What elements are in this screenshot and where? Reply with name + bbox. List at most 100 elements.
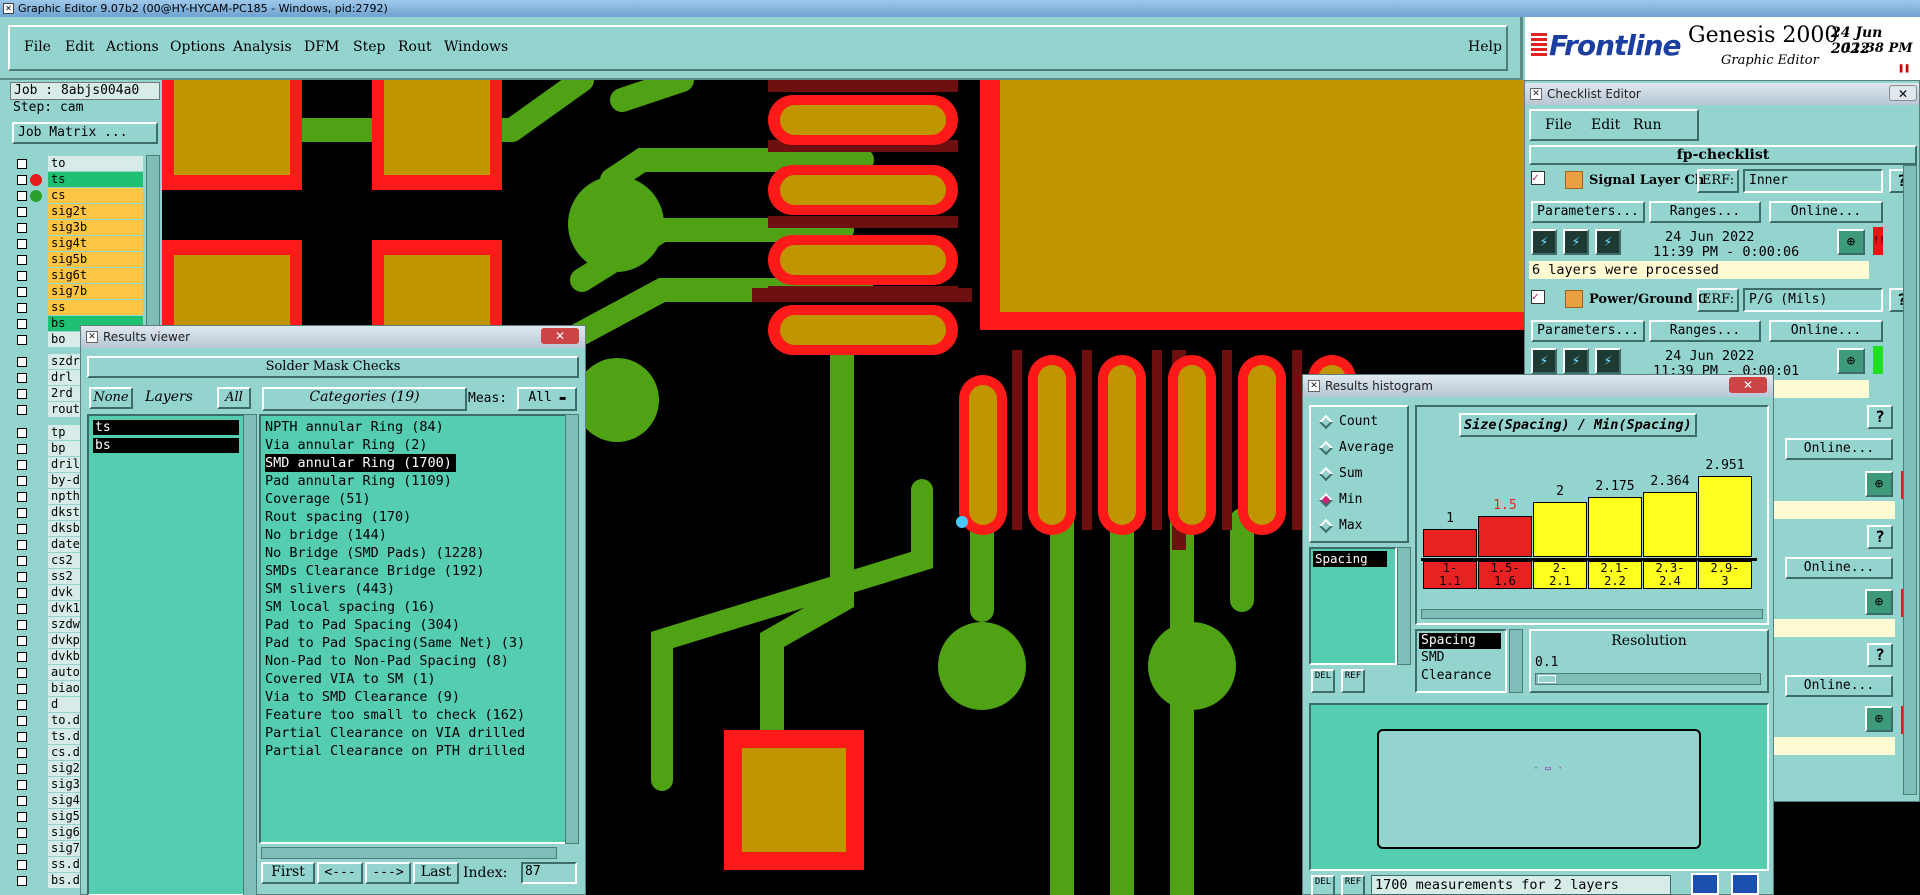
resolution-slider-thumb[interactable] [1538,675,1556,683]
layer-checkbox[interactable] [17,540,27,550]
erf-button[interactable]: ERF: [1697,169,1739,193]
online-button-5[interactable]: Online... [1785,675,1893,697]
bin-label[interactable]: 1.5- 1.6 [1478,561,1532,589]
layer-checkbox[interactable] [17,405,27,415]
del-button[interactable]: DEL [1311,669,1335,693]
layer-checkbox[interactable] [17,620,27,630]
menu-options[interactable]: Options [170,39,225,55]
category-item[interactable]: Pad to Pad Spacing (304) [265,616,460,634]
filter-clearance[interactable]: Clearance [1421,668,1491,686]
category-item[interactable]: NPTH annular Ring (84) [265,418,444,436]
layer-checkbox[interactable] [17,175,27,185]
run-stop-icon[interactable]: ⚡ [1595,348,1621,374]
zoom-icon[interactable]: ⊕ [1837,348,1865,374]
menu-windows[interactable]: Windows [444,39,508,55]
layer-checkbox[interactable] [17,444,27,454]
measure-item-spacing[interactable]: Spacing [1313,551,1387,567]
categories-hscrollbar[interactable] [261,847,557,859]
category-item[interactable]: Coverage (51) [265,490,371,508]
zoom-icon[interactable]: ⊕ [1865,706,1893,732]
table-view-icon[interactable] [1731,873,1759,895]
run-fast-icon[interactable]: ⚡ [1563,348,1589,374]
erf-button[interactable]: ERF: [1697,288,1739,312]
filter-smd[interactable]: SMD [1421,650,1444,668]
filter-list[interactable]: Spacing SMD Clearance [1415,629,1507,693]
layer-checkbox[interactable] [17,764,27,774]
layer-checkbox[interactable] [17,732,27,742]
last-button[interactable]: Last [413,862,459,884]
layer-checkbox[interactable] [17,796,27,806]
histogram-bar[interactable] [1478,516,1532,557]
layer-checkbox[interactable] [17,716,27,726]
layer-checkbox[interactable] [17,428,27,438]
zoom-icon[interactable]: ⊕ [1865,589,1893,615]
first-button[interactable]: First [261,862,315,884]
bin-label[interactable]: 2- 2.1 [1533,561,1587,589]
layer-checkbox[interactable] [17,700,27,710]
run-stop-icon[interactable]: ⚡ [1595,229,1621,255]
menu-file[interactable]: File [24,39,51,55]
close-icon[interactable]: ✕ [541,328,579,344]
layer-checkbox[interactable] [17,780,27,790]
category-item[interactable]: SMD annular Ring (1700) [265,454,456,472]
layer-checkbox[interactable] [17,684,27,694]
layer-checkbox[interactable] [17,524,27,534]
measure-list[interactable]: Spacing [1309,547,1397,665]
category-item[interactable]: Pad to Pad Spacing(Same Net) (3) [265,634,525,652]
run-icon[interactable]: ⚡ [1531,229,1557,255]
bin-label[interactable]: 2.1- 2.2 [1588,561,1642,589]
category-item[interactable]: SM local spacing (16) [265,598,436,616]
next-button[interactable]: ---> [365,862,411,884]
chart-view-icon[interactable] [1691,873,1719,895]
layer-checkbox[interactable] [17,812,27,822]
category-item[interactable]: SMDs Clearance Bridge (192) [265,562,484,580]
parameters-button[interactable]: Parameters... [1531,201,1645,223]
ref-button-2[interactable]: REF [1341,875,1365,895]
layer-checkbox[interactable] [17,860,27,870]
category-item[interactable]: Partial Clearance on PTH drilled [265,742,525,760]
layer-row-ss[interactable]: ss [12,300,143,316]
category-item[interactable]: SM slivers (443) [265,580,395,598]
layer-checkbox[interactable] [17,271,27,281]
category-item[interactable]: Feature too small to check (162) [265,706,525,724]
run-icon[interactable]: ⚡ [1531,348,1557,374]
online-button-4[interactable]: Online... [1785,557,1893,579]
menu-analysis[interactable]: Analysis [233,39,292,55]
categories-scrollbar[interactable] [565,414,579,844]
online-button[interactable]: Online... [1769,320,1883,342]
checklist-menu-file[interactable]: File [1545,117,1572,133]
category-item[interactable]: Covered VIA to SM (1) [265,670,436,688]
layers-list[interactable]: ts bs [87,414,253,895]
layer-checkbox[interactable] [17,844,27,854]
layer-row-sig6t[interactable]: sig6t [12,268,143,284]
none-button[interactable]: None [89,387,133,409]
histogram-bar[interactable] [1533,502,1587,557]
layer-checkbox[interactable] [17,223,27,233]
meas-select[interactable]: All ▬ [517,387,577,411]
layer-checkbox[interactable] [17,652,27,662]
layers-scrollbar[interactable] [243,414,257,895]
histogram-bar[interactable] [1423,529,1477,557]
filter-spacing[interactable]: Spacing [1419,633,1501,649]
parameters-button[interactable]: Parameters... [1531,320,1645,342]
index-input[interactable]: 87 [521,862,577,884]
ranges-button[interactable]: Ranges... [1649,320,1761,342]
layer-checkbox[interactable] [17,556,27,566]
layer-row-sig2t[interactable]: sig2t [12,204,143,220]
zoom-icon[interactable]: ⊕ [1837,229,1865,255]
histogram-bar[interactable] [1698,476,1752,557]
layer-checkbox[interactable] [17,207,27,217]
prev-button[interactable]: <--- [317,862,363,884]
ranges-button[interactable]: Ranges... [1649,201,1761,223]
layer-checkbox[interactable] [17,287,27,297]
histogram-bar[interactable] [1643,492,1697,557]
layer-checkbox[interactable] [17,508,27,518]
menu-actions[interactable]: Actions [106,39,159,55]
close-icon[interactable]: ✕ [1729,377,1767,393]
close-icon[interactable]: ✕ [1889,85,1917,101]
layer-row-sig4t[interactable]: sig4t [12,236,143,252]
all-button[interactable]: All [217,387,251,409]
layer-checkbox[interactable] [17,373,27,383]
layer-row-sig7b[interactable]: sig7b [12,284,143,300]
layer-checkbox[interactable] [17,636,27,646]
